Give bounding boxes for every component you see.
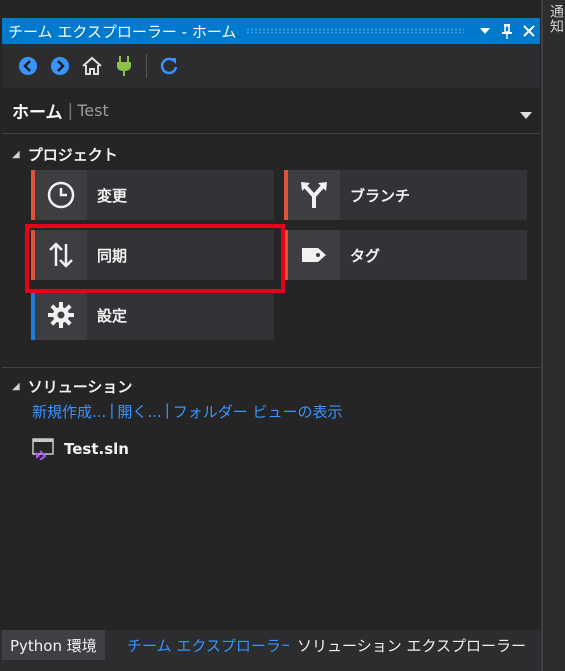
tile-icon-box: [35, 290, 87, 340]
new-link[interactable]: 新規作成...: [32, 401, 106, 422]
title-grip[interactable]: [246, 28, 464, 34]
solution-section-header[interactable]: ◢ ソリューション: [12, 376, 132, 397]
tile-label: ブランチ: [350, 186, 411, 205]
tile-settings[interactable]: 設定: [31, 290, 274, 340]
tab-solution-explorer[interactable]: ソリューション エクスプローラー: [289, 630, 535, 660]
connect-icon: [117, 56, 131, 76]
toolbar: [2, 44, 540, 88]
pin-icon: [502, 24, 512, 39]
solution-file-icon: [32, 438, 54, 460]
tag-icon: [302, 248, 326, 262]
home-button[interactable]: [76, 51, 108, 81]
tile-icon-box: [35, 170, 87, 220]
refresh-button[interactable]: [153, 51, 185, 81]
gear-icon: [48, 302, 74, 328]
section-divider: [2, 367, 540, 368]
bottom-tab-bar: Python 環境 チーム エクスプローラー ソリューション エクスプローラー: [0, 630, 542, 671]
close-button[interactable]: [518, 20, 540, 42]
notifications-tab[interactable]: 通知: [546, 4, 565, 34]
tab-python-environments[interactable]: Python 環境: [2, 630, 105, 660]
folder-view-link[interactable]: フォルダー ビューの表示: [173, 401, 343, 422]
window-dropdown-button[interactable]: [474, 20, 496, 42]
collapse-triangle-icon: ◢: [12, 149, 20, 160]
open-link[interactable]: 開く...: [117, 401, 161, 422]
tile-label: タグ: [350, 246, 381, 265]
highlight-annotation: [25, 224, 285, 293]
solution-links: 新規作成... | 開く... | フォルダー ビューの表示: [32, 401, 343, 422]
collapse-triangle-icon: ◢: [12, 381, 20, 392]
tile-tags[interactable]: タグ: [284, 230, 527, 280]
forward-button[interactable]: [44, 51, 76, 81]
page-dropdown-button[interactable]: [520, 105, 532, 124]
solution-file-name: Test.sln: [64, 440, 129, 458]
refresh-icon: [160, 57, 178, 75]
home-icon: [82, 56, 102, 75]
back-icon: [19, 57, 37, 75]
connect-button[interactable]: [108, 51, 140, 81]
tile-icon-box: [288, 230, 340, 280]
right-side-strip: 通知: [542, 0, 565, 671]
tab-team-explorer[interactable]: チーム エクスプローラー: [119, 630, 304, 660]
page-title: ホーム: [12, 103, 63, 123]
tile-label: 変更: [97, 186, 128, 205]
page-header: ホーム | Test: [2, 88, 540, 134]
team-explorer-panel: チーム エクスプローラー - ホーム ホーム | Test ◢ プロジェクト 変…: [0, 0, 542, 630]
pin-button[interactable]: [496, 20, 518, 42]
close-icon: [523, 25, 535, 37]
solution-list-item[interactable]: Test.sln: [32, 438, 129, 460]
header-separator: |: [67, 100, 74, 121]
project-section-header[interactable]: ◢ プロジェクト: [12, 144, 118, 165]
solution-section-title: ソリューション: [27, 378, 133, 396]
project-name: Test: [77, 101, 109, 120]
tile-label: 設定: [97, 306, 128, 325]
chevron-down-icon: [520, 112, 532, 119]
tile-branches[interactable]: ブランチ: [284, 170, 527, 220]
chevron-down-icon: [480, 28, 490, 34]
branch-icon: [301, 182, 327, 208]
tile-icon-box: [288, 170, 340, 220]
title-bar[interactable]: チーム エクスプローラー - ホーム: [2, 18, 540, 44]
link-separator: |: [109, 401, 115, 419]
link-separator: |: [164, 401, 170, 419]
clock-icon: [47, 181, 75, 209]
project-section-title: プロジェクト: [27, 146, 118, 164]
window-title: チーム エクスプローラー - ホーム: [8, 22, 237, 41]
back-button[interactable]: [12, 51, 44, 81]
toolbar-separator: [146, 54, 147, 78]
forward-icon: [51, 57, 69, 75]
tile-changes[interactable]: 変更: [31, 170, 274, 220]
